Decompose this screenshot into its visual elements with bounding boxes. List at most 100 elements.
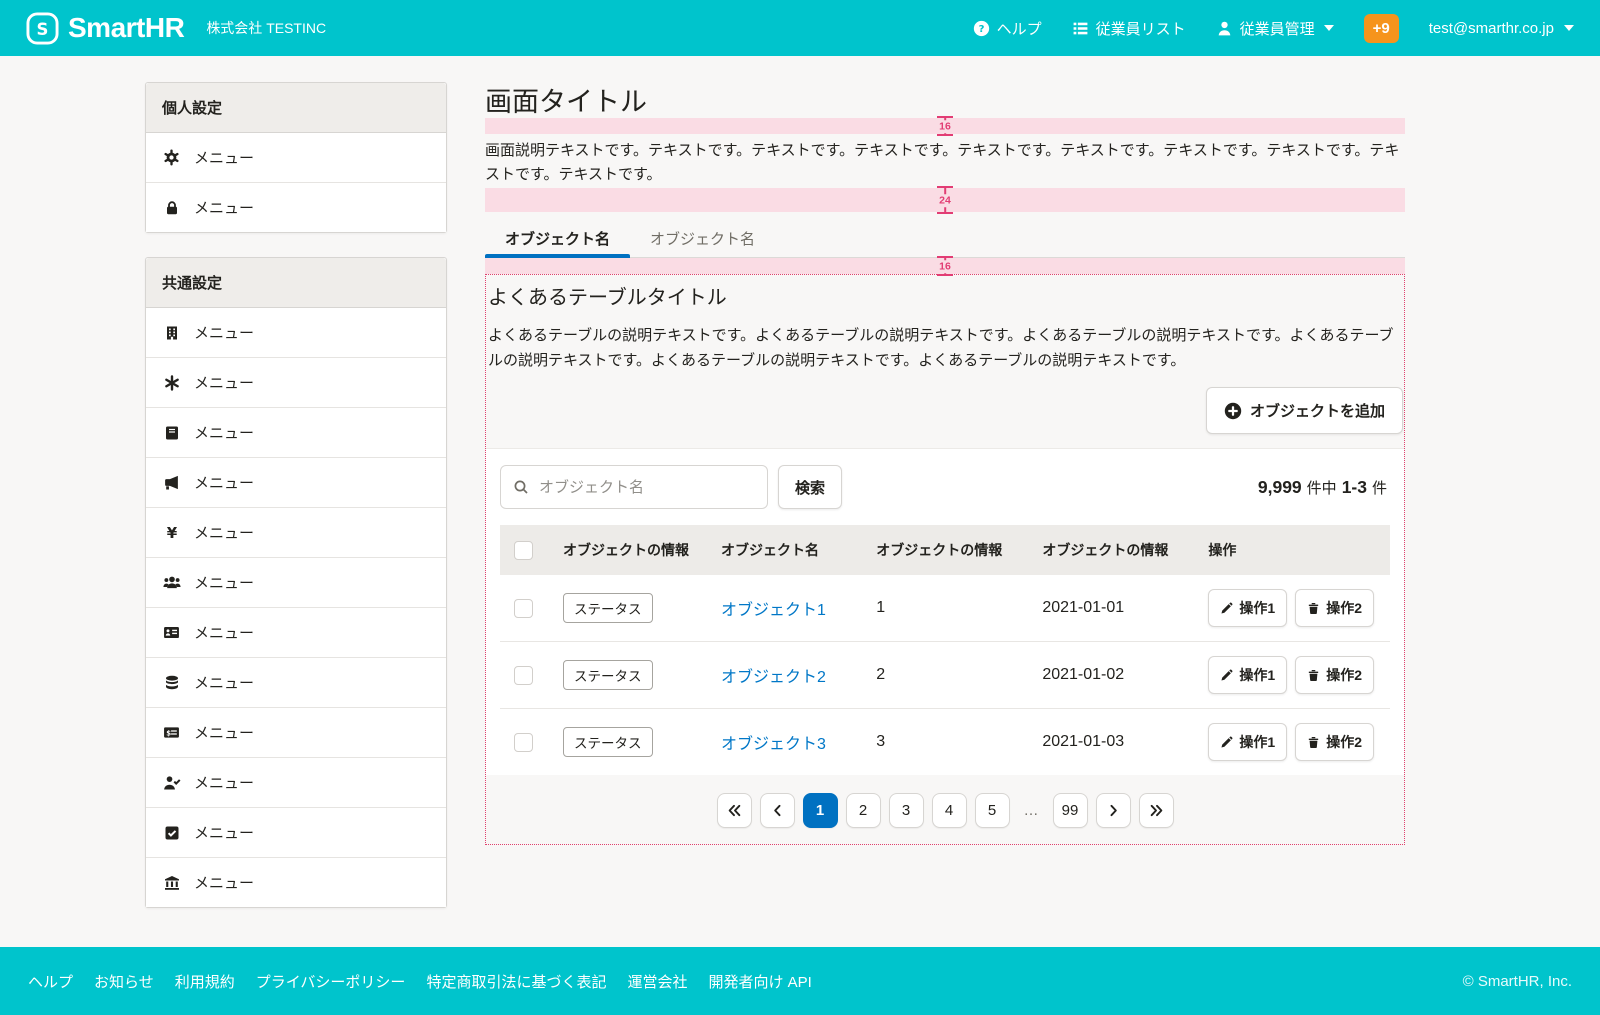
smarthr-logo[interactable]: S SmartHR <box>26 12 184 45</box>
list-icon <box>1072 20 1089 37</box>
row-checkbox[interactable] <box>514 733 533 752</box>
object-date: 2021-01-03 <box>1026 709 1192 776</box>
app-header: S SmartHR 株式会社 TESTINC ? ヘルプ 従業員リスト 従業員管… <box>0 0 1600 56</box>
notification-badge[interactable]: +9 <box>1364 14 1399 43</box>
gear-icon <box>162 149 181 166</box>
footer-link[interactable]: お知らせ <box>94 971 154 992</box>
spacing-annotation-24: 24 <box>485 188 1405 212</box>
sidebar-menu-item[interactable]: メニュー <box>146 407 446 457</box>
table-row: ステータス オブジェクト2 2 2021-01-02 <box>500 642 1390 709</box>
pagination-page-button[interactable]: … <box>1018 793 1045 828</box>
pencil-icon <box>1220 669 1233 682</box>
status-badge: ステータス <box>563 727 653 757</box>
search-button[interactable]: 検索 <box>778 465 842 509</box>
header-nav-label: ヘルプ <box>997 18 1042 39</box>
footer-link[interactable]: 特定商取引法に基づく表記 <box>426 971 606 992</box>
edit-button[interactable]: 操作1 <box>1208 656 1287 694</box>
pagination-page-button[interactable]: 99 <box>1053 793 1088 828</box>
footer-link[interactable]: プライバシーポリシー <box>256 971 406 992</box>
status-badge: ステータス <box>563 593 653 623</box>
sidebar-menu-label: メニュー <box>194 147 254 168</box>
sidebar-menu-item[interactable]: メニュー <box>146 807 446 857</box>
square-check-icon <box>162 825 181 841</box>
result-range: 1-3 <box>1342 477 1367 498</box>
pagination-last-button[interactable] <box>1139 793 1174 828</box>
object-link[interactable]: オブジェクト2 <box>721 669 826 686</box>
select-all-checkbox[interactable] <box>514 541 533 560</box>
object-link[interactable]: オブジェクト1 <box>721 602 826 619</box>
sidebar-menu-item[interactable]: メニュー <box>146 182 446 232</box>
delete-button[interactable]: 操作2 <box>1295 656 1374 694</box>
table-column-header: オブジェクト名 <box>705 525 860 575</box>
delete-button[interactable]: 操作2 <box>1295 723 1374 761</box>
pagination-next-button[interactable] <box>1096 793 1131 828</box>
sidebar-menu-label: メニュー <box>194 472 254 493</box>
lock-icon <box>162 200 181 216</box>
yen-icon: ¥ <box>162 525 181 541</box>
account-email: test@smarthr.co.jp <box>1429 20 1554 37</box>
row-actions: 操作1 操作2 <box>1208 656 1374 694</box>
sidebar-menu-item[interactable]: メニュー <box>146 357 446 407</box>
pagination-page-button[interactable]: 5 <box>975 793 1010 828</box>
sidebar-menu-item[interactable]: メニュー <box>146 133 446 182</box>
pagination-page-button[interactable]: 4 <box>932 793 967 828</box>
footer-link[interactable]: 利用規約 <box>175 971 235 992</box>
pagination-page-button[interactable]: 3 <box>889 793 924 828</box>
sidebar-menu-item[interactable]: メニュー <box>146 657 446 707</box>
account-menu[interactable]: test@smarthr.co.jp <box>1429 20 1574 37</box>
sidebar-menu-label: メニュー <box>194 822 254 843</box>
object-info: 2 <box>860 642 1026 709</box>
row-actions: 操作1 操作2 <box>1208 723 1374 761</box>
tab-bar: オブジェクト名 オブジェクト名 <box>485 219 1405 258</box>
object-link[interactable]: オブジェクト3 <box>721 736 826 753</box>
sidebar-menu-item[interactable]: メニュー <box>146 457 446 507</box>
user-check-icon <box>162 774 181 792</box>
tab-object[interactable]: オブジェクト名 <box>485 219 630 257</box>
table-panel: よくあるテーブルタイトル よくあるテーブルの説明テキストです。よくあるテーブルの… <box>485 274 1405 845</box>
sidebar-menu-item[interactable]: メニュー <box>146 557 446 607</box>
footer-link[interactable]: 開発者向け API <box>708 971 811 992</box>
search-row: 検索 9,999 件中 1-3 件 <box>486 449 1404 525</box>
footer-link[interactable]: ヘルプ <box>28 971 73 992</box>
sidebar-menu-item[interactable]: メニュー <box>146 857 446 907</box>
edit-button[interactable]: 操作1 <box>1208 723 1287 761</box>
header-nav-item[interactable]: ? ヘルプ <box>973 18 1042 39</box>
sidebar-menu-item[interactable]: $ メニュー <box>146 707 446 757</box>
pagination-page-button[interactable]: 2 <box>846 793 881 828</box>
pencil-icon <box>1220 736 1233 749</box>
sidebar-menu-item[interactable]: ¥ メニュー <box>146 507 446 557</box>
table-column-header: オブジェクトの情報 <box>547 525 705 575</box>
pagination-page-button[interactable]: 1 <box>803 793 838 828</box>
pagination-first-button[interactable] <box>717 793 752 828</box>
panel-title: よくあるテーブルタイトル <box>488 285 1402 311</box>
sidebar-menu-label: メニュー <box>194 772 254 793</box>
sidebar-menu-item[interactable]: メニュー <box>146 757 446 807</box>
header-checkbox-cell <box>500 525 547 575</box>
header-nav-item[interactable]: 従業員リスト <box>1072 18 1186 39</box>
result-total: 9,999 <box>1258 477 1302 498</box>
pagination-prev-button[interactable] <box>760 793 795 828</box>
sidebar-menu-label: メニュー <box>194 322 254 343</box>
sidebar-menu-label: メニュー <box>194 672 254 693</box>
status-badge: ステータス <box>563 660 653 690</box>
smarthr-logo-icon: S <box>26 12 59 45</box>
delete-button[interactable]: 操作2 <box>1295 589 1374 627</box>
tab-object[interactable]: オブジェクト名 <box>630 219 775 257</box>
page-layout: 個人設定 メニュー メニュー 共通設定 メニュー <box>0 56 1600 947</box>
row-checkbox[interactable] <box>514 599 533 618</box>
search-input[interactable] <box>537 478 755 497</box>
sidebar-menu-label: メニュー <box>194 872 254 893</box>
sidebar-menu-label: メニュー <box>194 622 254 643</box>
header-nav: ? ヘルプ 従業員リスト 従業員管理 +9 test@smarthr.co.jp <box>973 14 1574 43</box>
edit-button[interactable]: 操作1 <box>1208 589 1287 627</box>
sidebar-section-title: 共通設定 <box>146 258 446 308</box>
header-nav-item[interactable]: 従業員管理 <box>1216 18 1334 39</box>
sidebar-section-personal: 個人設定 メニュー メニュー <box>145 82 447 233</box>
footer-link[interactable]: 運営会社 <box>627 971 687 992</box>
row-checkbox[interactable] <box>514 666 533 685</box>
sidebar-menu-item[interactable]: メニュー <box>146 607 446 657</box>
spacing-annotation-16: 16 <box>485 258 1405 274</box>
asterisk-icon <box>162 375 181 391</box>
sidebar-menu-item[interactable]: メニュー <box>146 308 446 357</box>
add-object-button[interactable]: オブジェクトを追加 <box>1206 387 1403 434</box>
